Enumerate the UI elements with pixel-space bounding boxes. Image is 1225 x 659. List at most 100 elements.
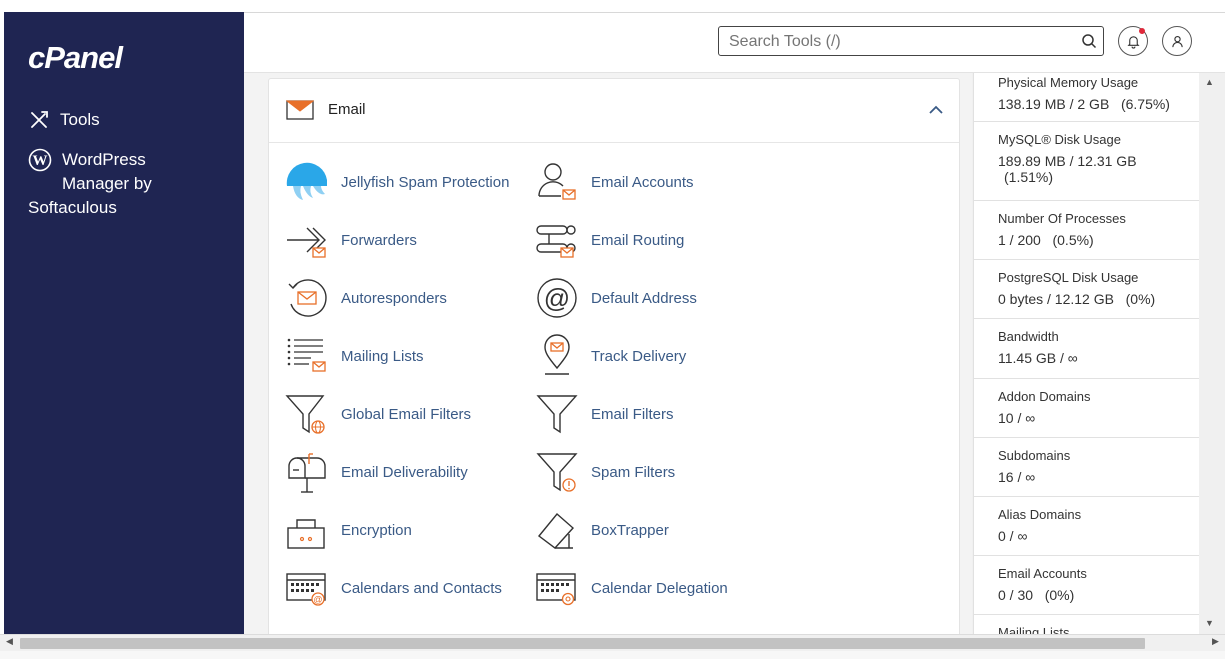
user-menu-button[interactable] — [1162, 26, 1192, 56]
global-filter-icon — [285, 395, 325, 434]
tool-autoresponders[interactable]: Autoresponders — [285, 269, 447, 327]
tool-boxtrapper[interactable]: BoxTrapper — [535, 501, 669, 559]
tool-email-filters[interactable]: Email Filters — [535, 385, 674, 443]
user-icon — [1171, 35, 1183, 47]
tool-calendars-and-contacts[interactable]: @ Calendars and Contacts — [285, 559, 502, 617]
tool-encryption[interactable]: Encryption — [285, 501, 412, 559]
top-header — [244, 13, 1225, 73]
autoresponders-icon — [288, 279, 327, 317]
tool-label: Encryption — [341, 521, 412, 539]
mailing-lists-icon — [287, 338, 326, 372]
forwarders-icon — [287, 227, 326, 258]
stat-physical-memory: Physical Memory Usage 138.19 MB / 2 GB (… — [974, 73, 1200, 122]
stat-value: 0 / ∞ — [998, 528, 1028, 544]
stat-label: MySQL® Disk Usage — [998, 132, 1121, 147]
tool-email-accounts[interactable]: Email Accounts — [535, 153, 694, 211]
stat-value: 0 / 30 (0%) — [998, 587, 1075, 603]
tool-label: Email Accounts — [591, 173, 694, 191]
sidebar-wp-line1: WordPress — [62, 150, 146, 169]
stat-processes: Number Of Processes 1 / 200 (0.5%) — [974, 201, 1200, 260]
search-input[interactable] — [727, 28, 1071, 56]
scroll-up-icon[interactable]: ▲ — [1205, 77, 1214, 87]
horizontal-scroll-thumb[interactable] — [20, 638, 1145, 649]
sidebar-wp-line3: Softaculous — [28, 198, 117, 217]
tool-label: Calendar Delegation — [591, 579, 728, 597]
chevron-up-icon[interactable] — [929, 105, 943, 115]
stat-addon-domains: Addon Domains 10 / ∞ — [974, 379, 1200, 438]
stat-postgresql-disk: PostgreSQL Disk Usage 0 bytes / 12.12 GB… — [974, 260, 1200, 319]
wordpress-icon: W — [28, 148, 52, 172]
tool-label: Forwarders — [341, 231, 417, 249]
email-panel: Email Jellyfish Spam Protection Email Ac… — [268, 78, 960, 634]
sidebar-item-label: W WordPress Manager by Softaculous — [28, 148, 152, 220]
stat-bandwidth: Bandwidth 11.45 GB / ∞ — [974, 319, 1200, 379]
email-accounts-icon — [538, 163, 576, 200]
stat-value: 189.89 MB / 12.31 GB — [998, 153, 1137, 169]
mailbox-icon — [288, 453, 326, 493]
tool-label: Email Filters — [591, 405, 674, 423]
tool-label: Track Delivery — [591, 347, 687, 365]
stat-value: 0 bytes / 12.12 GB (0%) — [998, 291, 1156, 307]
scroll-right-icon[interactable]: ▶ — [1212, 636, 1219, 647]
stat-label: Email Accounts — [998, 566, 1087, 581]
calendar-contacts-icon: @ — [286, 573, 326, 606]
stat-label: Bandwidth — [998, 329, 1059, 344]
tool-partial-next[interactable] — [285, 619, 341, 634]
spam-filter-icon — [536, 453, 578, 492]
tool-label: Mailing Lists — [341, 347, 424, 365]
sidebar-item-label: Tools — [60, 110, 100, 129]
tool-global-email-filters[interactable]: Global Email Filters — [285, 385, 471, 443]
stat-value: 16 / ∞ — [998, 469, 1036, 485]
main-content: Email Jellyfish Spam Protection Email Ac… — [244, 73, 972, 634]
tool-jellyfish-spam-protection[interactable]: Jellyfish Spam Protection — [285, 153, 509, 211]
stat-label: Alias Domains — [998, 507, 1082, 522]
stat-label: Addon Domains — [998, 389, 1091, 404]
tool-label: Global Email Filters — [341, 405, 472, 423]
tool-email-deliverability[interactable]: Email Deliverability — [285, 443, 468, 501]
stat-value: 138.19 MB / 2 GB (6.75%) — [998, 96, 1170, 112]
scroll-left-icon[interactable]: ◀ — [6, 636, 13, 647]
tool-label: Email Deliverability — [341, 463, 468, 481]
envelope-icon — [286, 100, 314, 120]
tool-calendar-delegation[interactable]: Calendar Delegation — [535, 559, 728, 617]
stat-alias-domains: Alias Domains 0 / ∞ — [974, 497, 1200, 556]
jellyfish-icon — [286, 162, 327, 200]
search-box — [718, 26, 1104, 56]
tool-mailing-lists[interactable]: Mailing Lists — [285, 327, 424, 385]
notifications-button[interactable] — [1118, 26, 1148, 56]
tool-label: BoxTrapper — [591, 521, 669, 539]
sidebar-item-wordpress-manager[interactable]: W WordPress Manager by Softaculous — [28, 148, 228, 220]
tool-default-address[interactable]: @ Default Address — [535, 269, 697, 327]
svg-text:W: W — [33, 153, 48, 169]
stat-subdomains: Subdomains 16 / ∞ — [974, 438, 1200, 497]
email-panel-title: Email — [328, 101, 366, 118]
tool-label: Spam Filters — [591, 463, 676, 481]
tool-email-routing[interactable]: Email Routing — [535, 211, 684, 269]
search-icon[interactable] — [1081, 33, 1097, 49]
cpanel-logo[interactable]: cPanel — [28, 40, 123, 76]
scroll-down-icon[interactable]: ▼ — [1205, 618, 1214, 628]
stat-email-accounts: Email Accounts 0 / 30 (0%) — [974, 556, 1200, 615]
sidebar-item-tools[interactable]: Tools — [28, 108, 100, 132]
stat-label: Number Of Processes — [998, 211, 1126, 226]
encryption-icon — [287, 519, 325, 549]
svg-text:@: @ — [313, 595, 322, 605]
horizontal-scrollbar[interactable]: ◀ ▶ — [0, 634, 1225, 652]
tool-label: Jellyfish Spam Protection — [341, 173, 510, 191]
stat-mailing-lists: Mailing Lists — [974, 615, 1200, 634]
stat-value: 1 / 200 (0.5%) — [998, 232, 1094, 248]
stat-value: 11.45 GB / ∞ — [998, 350, 1078, 366]
stat-label: Mailing Lists — [998, 625, 1070, 634]
tool-label: Calendars and Contacts — [341, 579, 502, 597]
tool-label: Email Routing — [591, 231, 685, 249]
tool-track-delivery[interactable]: Track Delivery — [535, 327, 686, 385]
tool-label: Autoresponders — [341, 289, 447, 307]
at-sign-icon: @ — [537, 278, 577, 318]
email-panel-header[interactable]: Email — [269, 79, 959, 143]
vertical-scrollbar[interactable]: ▲ ▼ — [1199, 73, 1225, 634]
stat-label: PostgreSQL Disk Usage — [998, 270, 1139, 285]
partial-tool-icon — [285, 626, 329, 634]
stat-value-percent: (1.51%) — [1004, 169, 1054, 185]
tool-forwarders[interactable]: Forwarders — [285, 211, 417, 269]
tool-spam-filters[interactable]: Spam Filters — [535, 443, 675, 501]
